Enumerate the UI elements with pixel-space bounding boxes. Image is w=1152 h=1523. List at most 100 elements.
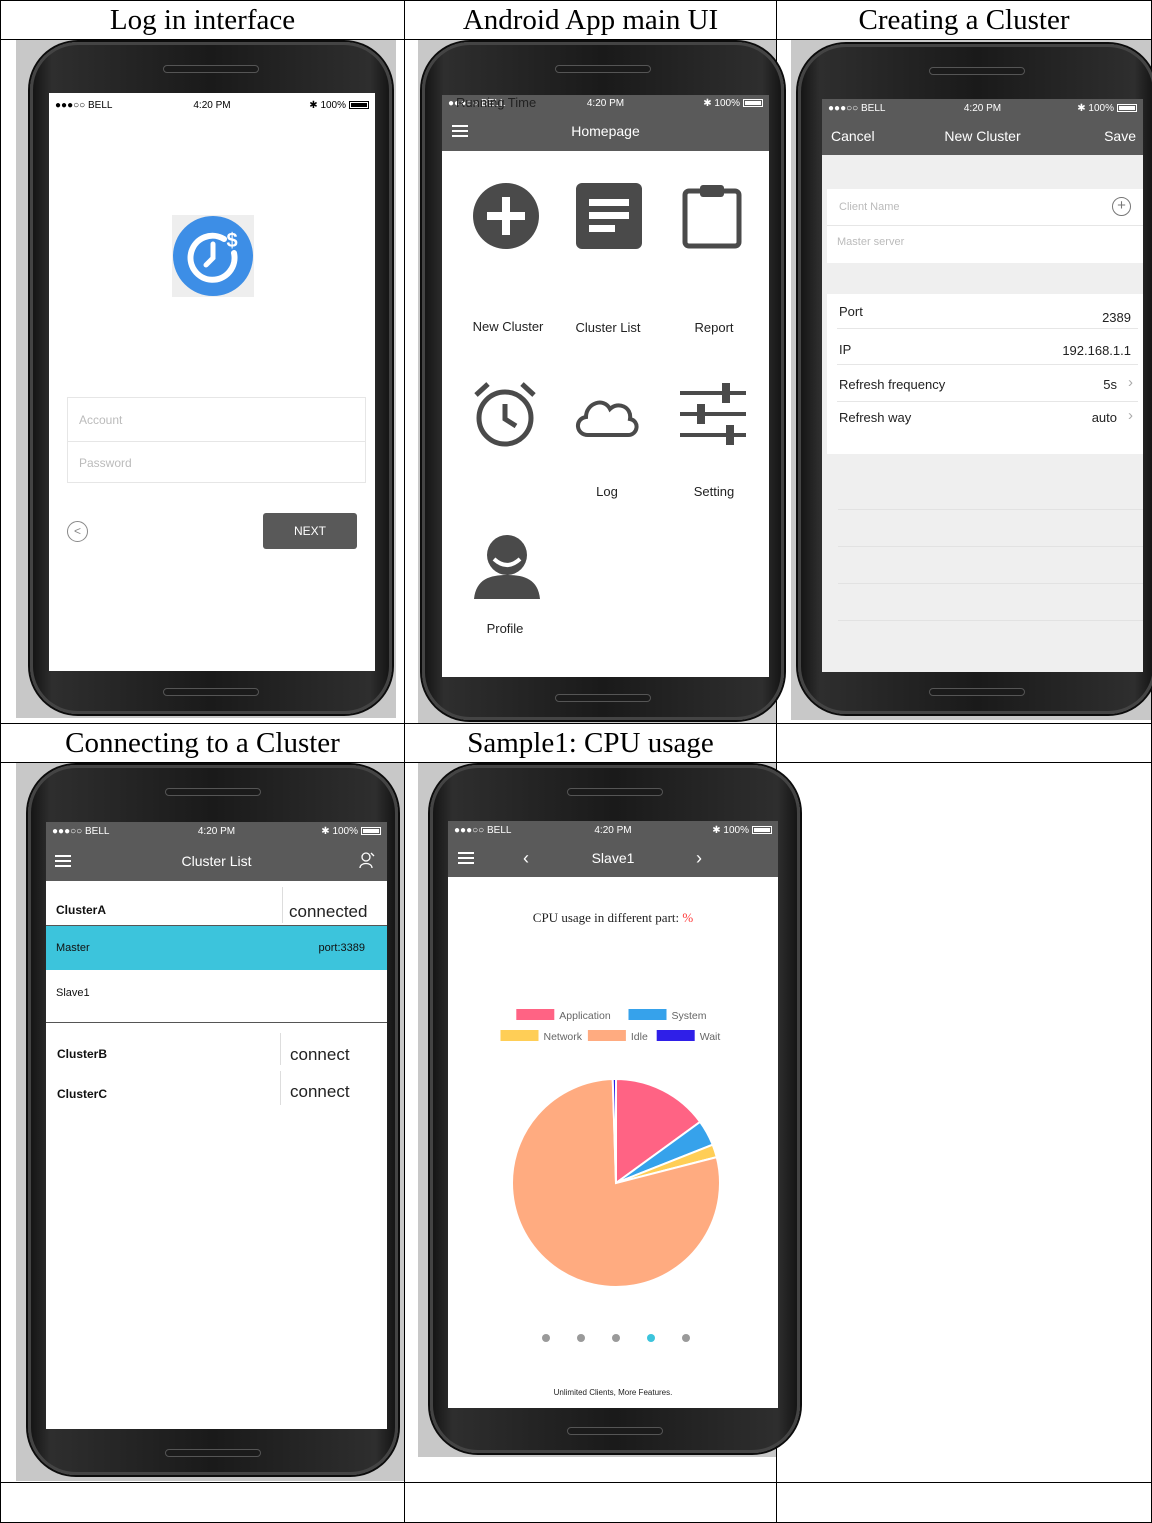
divider: [827, 225, 1143, 226]
legend-label[interactable]: System: [672, 1010, 707, 1022]
carrier-text: ●●●○○ BELL: [52, 825, 110, 837]
page-dot[interactable]: [612, 1334, 620, 1342]
chevron-right-icon[interactable]: ›: [1128, 407, 1133, 424]
chevron-right-icon[interactable]: ›: [1128, 374, 1133, 391]
phone-cluster-list: ●●●○○ BELL 4:20 PM ✱ 100% Cluster List C…: [28, 765, 398, 1475]
running-time-label[interactable]: Running Time: [456, 95, 536, 110]
refresh-way-value[interactable]: auto: [1092, 410, 1117, 425]
document-list-icon[interactable]: [576, 183, 642, 249]
profile-label[interactable]: Profile: [467, 621, 543, 636]
cluster-status[interactable]: connect: [290, 1045, 350, 1065]
master-server-input[interactable]: Master server: [837, 236, 904, 248]
phone-home-bar: [567, 1427, 663, 1435]
time-text: 4:20 PM: [963, 102, 1002, 114]
page-dot[interactable]: [577, 1334, 585, 1342]
chart-title: CPU usage in different part: %: [448, 910, 778, 926]
battery-text: 100%: [1088, 102, 1114, 114]
legend-label[interactable]: Network: [544, 1031, 583, 1043]
client-form: Client Name + Master server: [827, 189, 1143, 263]
app-logo: $: [172, 215, 254, 297]
refresh-frequency-value[interactable]: 5s: [1103, 377, 1117, 392]
legend-label[interactable]: Idle: [631, 1031, 648, 1043]
battery-text: 100%: [723, 824, 749, 836]
ip-value[interactable]: 192.168.1.1: [1062, 343, 1131, 358]
divider: [838, 620, 1143, 621]
master-label: Master: [56, 942, 90, 954]
cluster-name: ClusterC: [57, 1087, 108, 1101]
page-dot[interactable]: [542, 1334, 550, 1342]
setting-label[interactable]: Setting: [674, 484, 754, 499]
cloud-icon[interactable]: [572, 393, 640, 439]
cluster-list-label[interactable]: Cluster List: [559, 320, 657, 335]
carrier-text: ●●●○○ BELL: [828, 102, 886, 114]
phone-homepage: ●●●○○ BELL 4:20 PM ✱ 100% Homepage New C…: [422, 42, 784, 720]
legend-label[interactable]: Application: [559, 1010, 611, 1022]
carrier-text: ●●●○○ BELL: [55, 99, 113, 111]
cluster-status[interactable]: connected: [289, 902, 367, 922]
legend-swatch: [500, 1030, 539, 1041]
new-cluster-screen: ●●●○○ BELL 4:20 PM ✱ 100% Cancel New Clu…: [822, 99, 1143, 672]
page-dot[interactable]: [647, 1334, 655, 1342]
battery-status: ✱ 100%: [658, 98, 763, 109]
chevron-right-icon[interactable]: ›: [696, 848, 702, 869]
status-bar: ●●●○○ BELL 4:20 PM ✱ 100%: [448, 821, 778, 839]
legend-swatch: [587, 1030, 626, 1041]
divider: [280, 1033, 281, 1067]
master-row[interactable]: Master port:3389: [46, 926, 387, 970]
log-label[interactable]: Log: [572, 484, 642, 499]
battery-text: 100%: [714, 97, 740, 109]
cluster-row[interactable]: ClusterB connect: [46, 1025, 387, 1067]
page-dot[interactable]: [682, 1334, 690, 1342]
chart-title-unit: %: [682, 910, 694, 925]
homepage-header: Homepage: [442, 111, 769, 151]
phone-new-cluster: ●●●○○ BELL 4:20 PM ✱ 100% Cancel New Clu…: [798, 44, 1152, 714]
time-text: 4:20 PM: [586, 97, 625, 109]
clock-dollar-icon: $: [173, 216, 253, 296]
divider: [280, 1071, 281, 1105]
legend-label[interactable]: Wait: [700, 1031, 721, 1043]
cluster-status[interactable]: connect: [290, 1082, 350, 1102]
footer-text: Unlimited Clients, More Features.: [553, 1388, 673, 1397]
clipboard-icon[interactable]: [682, 181, 742, 249]
report-label[interactable]: Report: [664, 320, 764, 335]
caption-connect-cluster: Connecting to a Cluster: [65, 727, 340, 759]
cluster-row[interactable]: ClusterC connect: [46, 1065, 387, 1105]
page-title: Slave1: [591, 850, 635, 866]
battery-status: ✱ 100%: [264, 99, 370, 111]
phone-home-bar: [165, 1449, 261, 1457]
slave-label: Slave1: [56, 987, 90, 999]
save-button[interactable]: Save: [1104, 128, 1136, 144]
plus-circle-icon[interactable]: [473, 183, 539, 249]
add-circle-icon[interactable]: +: [1112, 197, 1131, 216]
cluster-row[interactable]: ClusterA connected: [46, 881, 387, 925]
battery-icon: [349, 100, 370, 109]
phone-home-bar: [555, 694, 651, 702]
slave-row[interactable]: Slave1: [46, 970, 387, 1023]
user-settings-icon[interactable]: [359, 852, 375, 869]
client-name-input[interactable]: Client Name: [839, 201, 900, 213]
phone-speaker: [165, 788, 261, 796]
cluster-list-header: Cluster List: [46, 840, 387, 881]
cluster-name: ClusterB: [57, 1047, 108, 1061]
refresh-way-label: Refresh way: [839, 410, 912, 425]
status-bar: ●●●○○ BELL 4:20 PM ✱ 100%: [822, 99, 1143, 117]
divider: [838, 583, 1143, 584]
back-arrow-icon[interactable]: <: [67, 521, 88, 542]
next-button[interactable]: NEXT: [263, 513, 357, 549]
phone-home-bar: [163, 688, 259, 696]
battery-text: 100%: [320, 99, 347, 111]
alarm-clock-icon[interactable]: [472, 381, 538, 449]
settings-list: Port 2389 IP 192.168.1.1 Refresh frequen…: [827, 294, 1143, 454]
battery-status: ✱ 100%: [666, 825, 772, 836]
user-icon[interactable]: [472, 533, 542, 601]
new-cluster-label[interactable]: New Cluster: [458, 319, 558, 334]
caption-login: Log in interface: [109, 4, 296, 36]
login-form: Account Password: [67, 397, 366, 483]
divider: [68, 441, 365, 442]
battery-status: ✱ 100%: [271, 826, 382, 837]
account-input[interactable]: Account: [79, 413, 122, 427]
port-value[interactable]: 2389: [1102, 310, 1131, 325]
status-bar: ●●●○○ BELL 4:20 PM ✱ 100%: [49, 97, 375, 113]
sliders-icon[interactable]: [680, 383, 746, 445]
password-input[interactable]: Password: [79, 456, 132, 470]
